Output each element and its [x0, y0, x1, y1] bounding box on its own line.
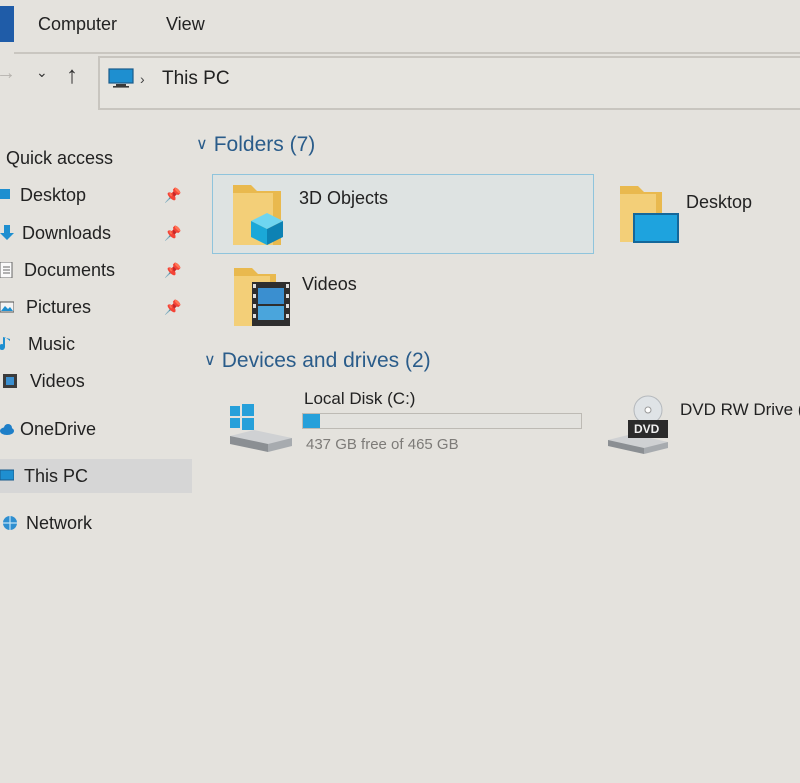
folder-tile-3d-objects[interactable]: 3D Objects: [212, 174, 594, 254]
sidebar-item-onedrive[interactable]: OneDrive: [0, 412, 192, 446]
up-arrow-icon[interactable]: ↑: [66, 62, 78, 90]
drive-tile-dvd[interactable]: DVD DVD RW Drive (: [604, 392, 800, 462]
documents-icon: [0, 262, 13, 278]
pin-icon[interactable]: 📌: [164, 262, 181, 279]
pin-icon[interactable]: 📌: [164, 187, 181, 204]
desktop-icon: [0, 189, 10, 199]
3d-objects-folder-icon: [233, 185, 283, 245]
sidebar-item-label: Pictures: [26, 297, 92, 317]
this-pc-icon: [0, 469, 14, 481]
windows-drive-icon: [230, 404, 292, 452]
breadcrumb-this-pc[interactable]: This PC: [162, 68, 230, 90]
onedrive-icon: [0, 424, 14, 435]
sidebar-item-network[interactable]: Network: [0, 506, 192, 540]
sidebar-item-desktop[interactable]: Desktop 📌: [0, 178, 192, 212]
collapse-chevron-icon[interactable]: ∨: [196, 134, 208, 154]
videos-folder-icon: [234, 268, 290, 326]
sidebar-item-music[interactable]: Music: [0, 327, 192, 361]
folder-label: Videos: [302, 274, 357, 294]
sidebar-item-label: Desktop: [20, 185, 87, 205]
disk-usage-bar: [302, 413, 582, 429]
music-icon: [0, 337, 10, 350]
this-pc-icon: [108, 68, 134, 88]
sidebar-item-this-pc[interactable]: This PC: [0, 459, 192, 493]
videos-icon: [3, 374, 17, 388]
menu-computer[interactable]: Computer: [38, 14, 117, 35]
pictures-icon: [0, 301, 14, 313]
sidebar-item-pictures[interactable]: Pictures 📌: [0, 290, 192, 324]
menu-view[interactable]: View: [166, 14, 205, 35]
sidebar-item-label: Documents: [24, 260, 116, 280]
pin-icon[interactable]: 📌: [164, 299, 181, 316]
ribbon-divider: [14, 52, 800, 54]
downloads-icon: [0, 225, 14, 240]
file-tab[interactable]: [0, 6, 14, 42]
recent-locations-chevron-icon[interactable]: ⌄: [36, 64, 48, 81]
quick-access-label[interactable]: Quick access: [6, 148, 113, 169]
drive-label: DVD RW Drive (: [680, 400, 800, 419]
sidebar-item-label: OneDrive: [20, 419, 97, 439]
breadcrumb-separator: ›: [140, 71, 145, 87]
sidebar-item-label: Network: [26, 513, 93, 533]
desktop-folder-icon: [620, 186, 679, 243]
folders-group-header[interactable]: ∨ Folders (7): [196, 133, 315, 157]
drives-group-header[interactable]: ∨ Devices and drives (2): [204, 349, 431, 373]
folder-label: 3D Objects: [299, 188, 389, 208]
sidebar-item-videos[interactable]: Videos: [0, 364, 192, 398]
pin-icon[interactable]: 📌: [164, 225, 181, 242]
sidebar-item-label: This PC: [24, 466, 89, 486]
disk-usage-fill: [303, 414, 320, 428]
dvd-badge: DVD: [634, 422, 660, 436]
folder-tile-videos[interactable]: Videos: [222, 262, 522, 332]
collapse-chevron-icon[interactable]: ∨: [204, 350, 216, 370]
drive-free-space: 437 GB free of 465 GB: [306, 436, 459, 453]
address-bar[interactable]: › This PC: [98, 56, 800, 110]
ribbon: Computer View: [0, 0, 800, 54]
network-icon: [3, 516, 17, 530]
sidebar-item-label: Music: [28, 334, 76, 354]
navigation-pane: Quick access Desktop 📌 Downloads 📌 Docum…: [0, 130, 192, 570]
sidebar-item-downloads[interactable]: Downloads 📌: [0, 216, 192, 250]
sidebar-item-documents[interactable]: Documents 📌: [0, 253, 192, 287]
folder-tile-desktop[interactable]: Desktop: [612, 176, 800, 254]
sidebar-item-label: Downloads: [22, 223, 112, 243]
sidebar-item-label: Videos: [30, 371, 85, 391]
forward-arrow-icon[interactable]: →: [0, 62, 16, 85]
folder-label: Desktop: [686, 192, 753, 212]
drive-label: Local Disk (C:): [304, 389, 416, 408]
